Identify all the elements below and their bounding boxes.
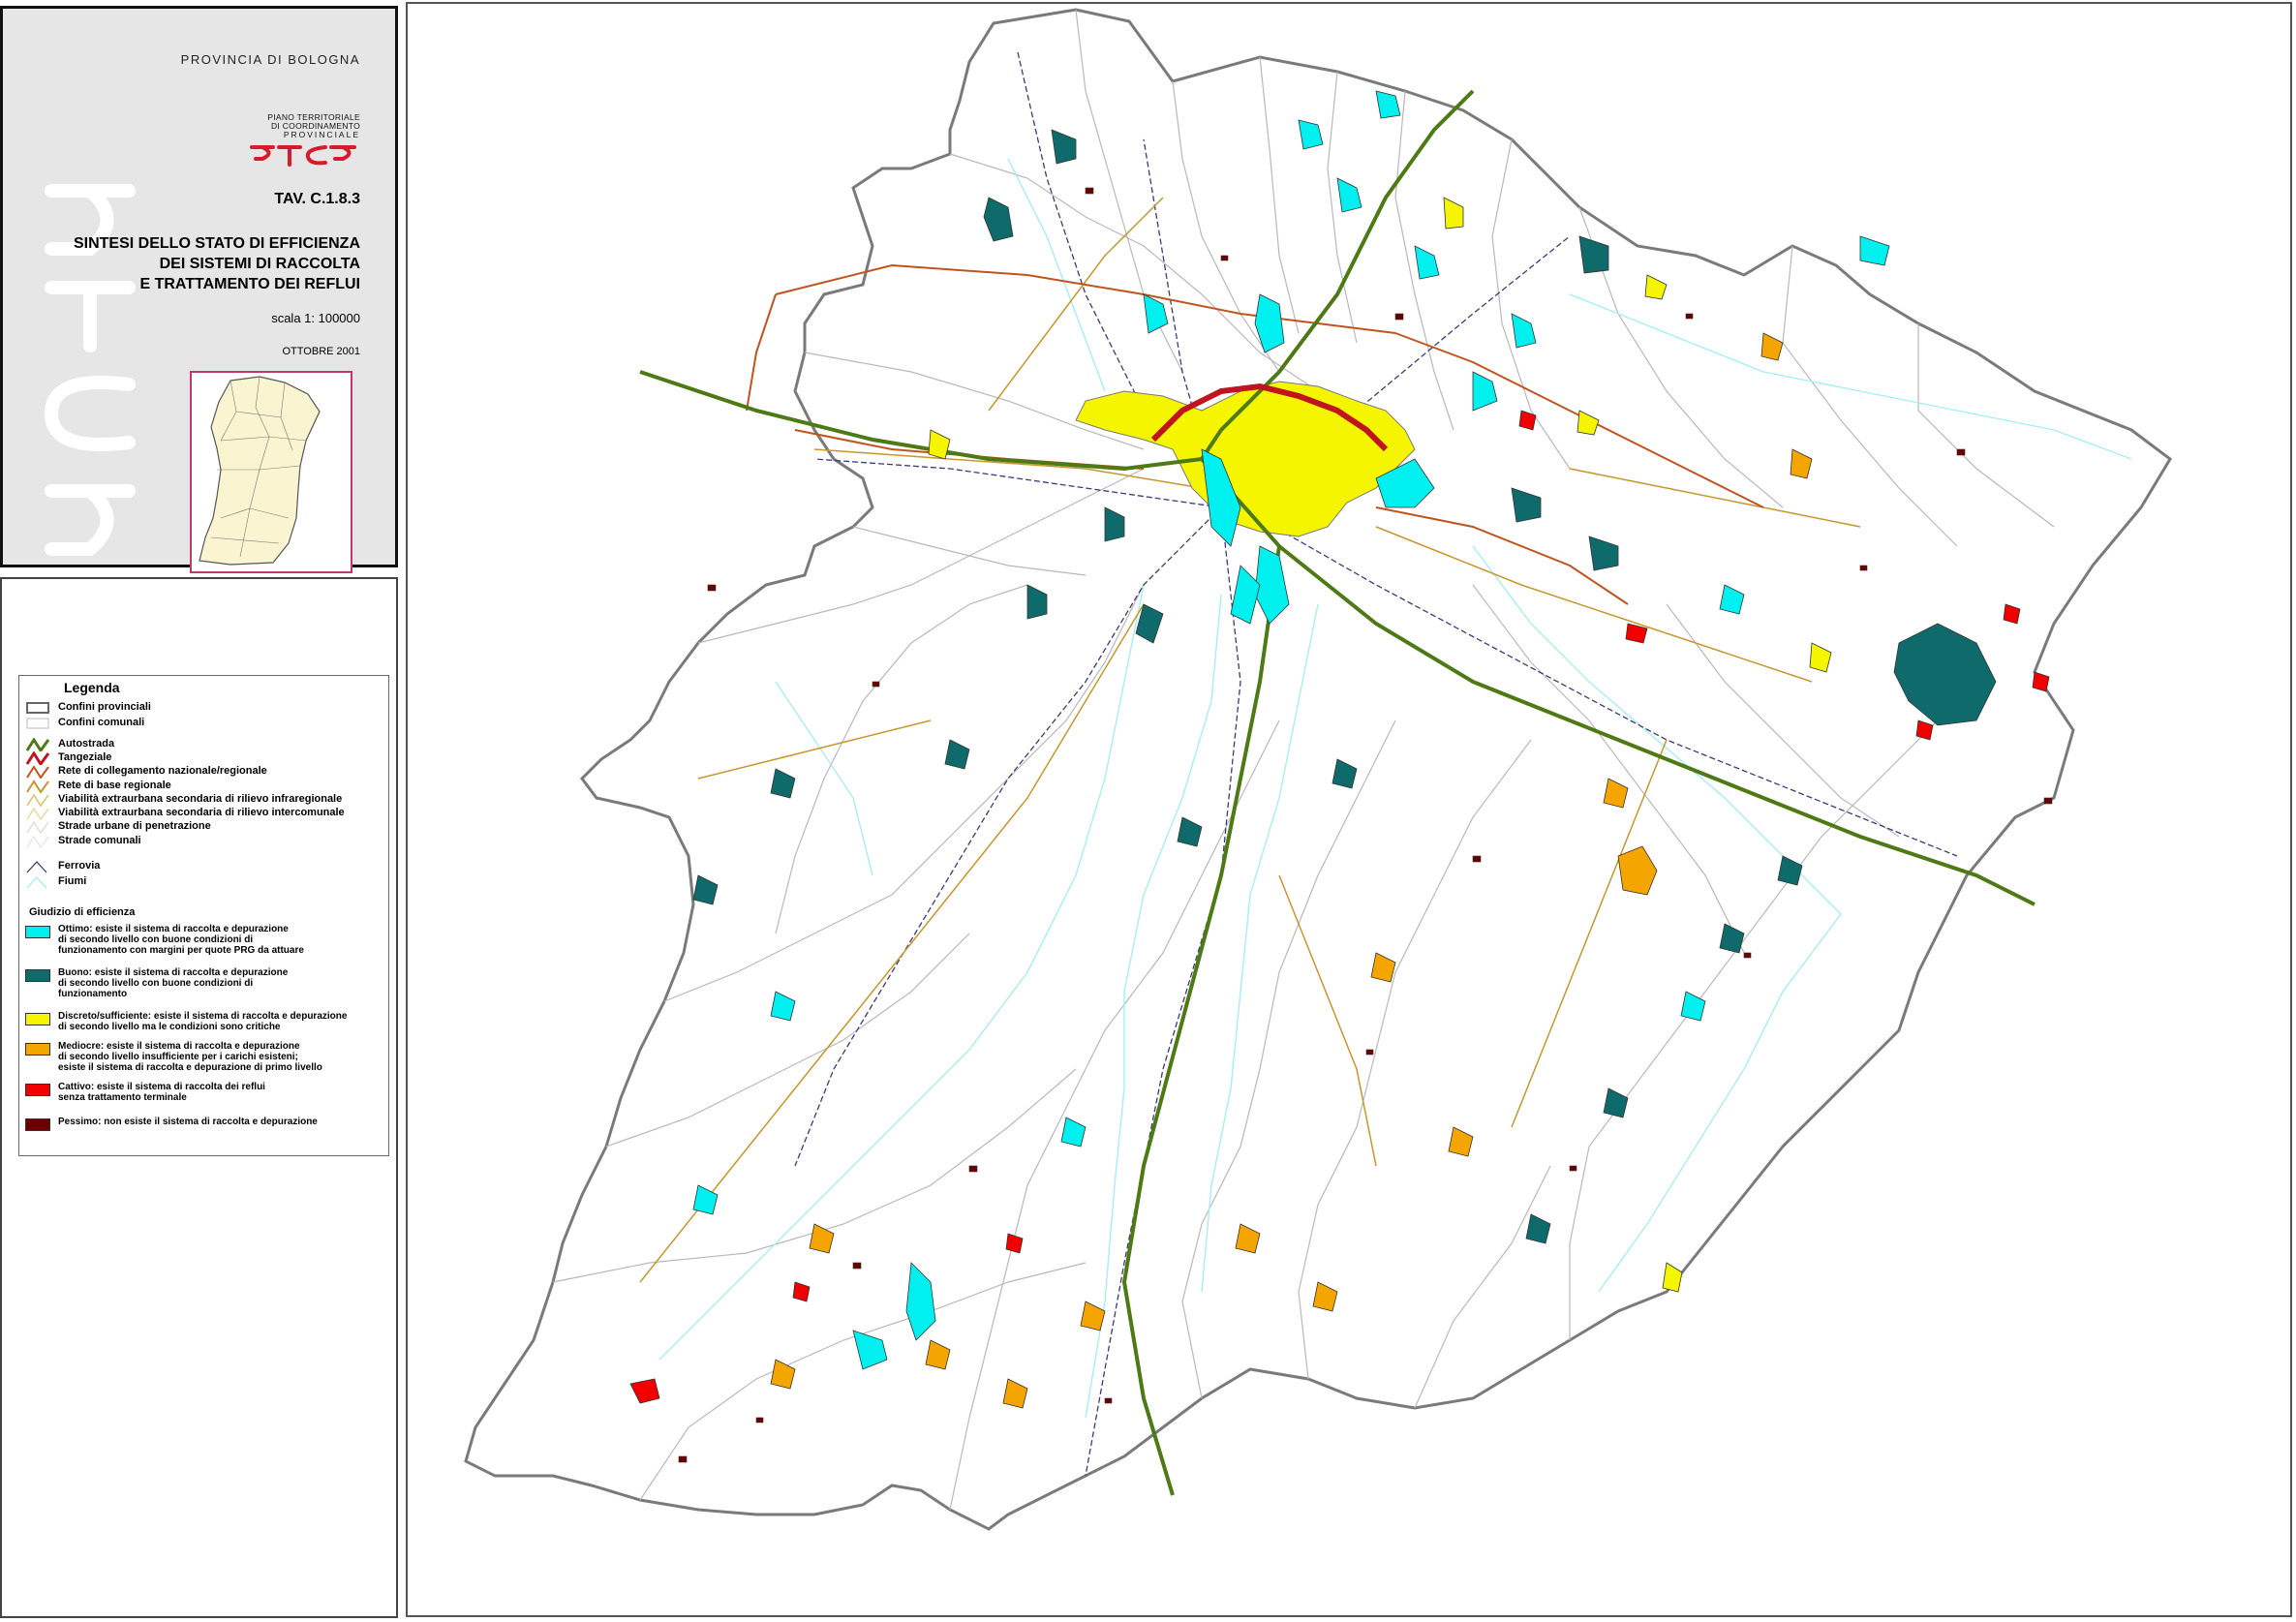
efficiency-label: Ottimo: esiste il sistema di raccolta e … [58, 924, 387, 956]
efficiency-line: di secondo livello con buone condizioni … [58, 934, 254, 945]
efficiency-label: Pessimo: non esiste il sistema di raccol… [58, 1117, 387, 1127]
efficiency-label: Discreto/sufficiente: esiste il sistema … [58, 1011, 387, 1032]
map-title-line-3: E TRATTAMENTO DEI REFLUI [139, 276, 360, 292]
zigzag-icon [26, 836, 49, 848]
inset-province-shape [199, 376, 321, 566]
zigzag-icon [26, 807, 49, 820]
efficiency-line: senza trattamento terminale [58, 1092, 187, 1103]
legend-title: Legenda [64, 680, 120, 695]
tavola-number: TAV. C.1.8.3 [274, 191, 360, 207]
swatch-pessimo [25, 1118, 50, 1131]
map-title-line-1: SINTESI DELLO STATO DI EFFICIENZA [73, 235, 360, 252]
zigzag-icon [26, 765, 49, 779]
legend-label: Fiumi [58, 875, 87, 887]
provincia-label: PROVINCIA DI BOLOGNA [180, 52, 360, 67]
efficiency-line: di secondo livello insufficiente per i c… [58, 1052, 298, 1062]
map-title-line-2: DEI SISTEMI DI RACCOLTA [159, 256, 360, 272]
efficiency-label: Mediocre: esiste il sistema di raccolta … [58, 1041, 387, 1073]
efficiency-title: Giudizio di efficienza [29, 906, 136, 918]
legend-label: Viabilità extraurbana secondaria di rili… [58, 793, 343, 805]
efficiency-line: di secondo livello con buone condizioni … [58, 978, 254, 989]
efficiency-line: Cattivo: esiste il sistema di raccolta d… [58, 1082, 265, 1092]
inset-locator-map [190, 371, 352, 573]
efficiency-label: Buono: esiste il sistema di raccolta e d… [58, 967, 387, 999]
legend-label: Confini comunali [58, 717, 145, 728]
legend-label: Rete di base regionale [58, 780, 171, 791]
legend-panel: Legenda Confini provinciali Confini comu… [0, 577, 398, 1618]
map-panel[interactable] [406, 2, 2292, 1617]
efficiency-line: esiste il sistema di raccolta e depurazi… [58, 1062, 322, 1073]
efficiency-line: funzionamento [58, 989, 128, 999]
ptcp-red-logo-icon [250, 145, 356, 167]
boundary-box-icon [26, 702, 49, 714]
map-title: SINTESI DELLO STATO DI EFFICIENZA DEI SI… [50, 233, 360, 294]
river-icon [26, 876, 47, 889]
zigzag-icon [26, 780, 49, 793]
efficiency-line: Mediocre: esiste il sistema di raccolta … [58, 1041, 300, 1052]
legend-label: Rete di collegamento nazionale/regionale [58, 765, 267, 777]
swatch-mediocre [25, 1043, 50, 1056]
title-panel: PROVINCIA DI BOLOGNA PIANO TERRITORIALE … [0, 6, 398, 573]
efficiency-line: Ottimo: esiste il sistema di raccolta e … [58, 924, 289, 934]
swatch-buono [25, 969, 50, 982]
efficiency-line: di secondo livello ma le condizioni sono… [58, 1022, 281, 1032]
province-map[interactable] [408, 4, 2290, 1615]
legend-label: Strade urbane di penetrazione [58, 820, 211, 832]
ptcp-logo: PIANO TERRITORIALE DI COORDINAMENTO PROV… [234, 113, 360, 173]
swatch-discreto [25, 1013, 50, 1025]
legend-label: Autostrada [58, 738, 115, 750]
legend-label: Ferrovia [58, 860, 101, 872]
logo-line-3: PROVINCIALE [283, 130, 360, 139]
legend-label: Tangeziale [58, 751, 112, 763]
railway-icon [26, 861, 47, 873]
legend-label: Confini provinciali [58, 701, 151, 713]
boundary-box-icon [26, 718, 49, 729]
zigzag-icon [25, 738, 50, 751]
efficiency-label: Cattivo: esiste il sistema di raccolta d… [58, 1082, 387, 1103]
efficiency-line: funzionamento con margini per quote PRG … [58, 945, 304, 956]
legend-box: Legenda Confini provinciali Confini comu… [18, 675, 389, 1156]
efficiency-line: Discreto/sufficiente: esiste il sistema … [58, 1011, 348, 1022]
scale-label: scala 1: 100000 [271, 311, 360, 325]
legend-label: Viabilità extraurbana secondaria di rili… [58, 807, 345, 818]
zigzag-icon [26, 821, 49, 834]
swatch-cattivo [25, 1084, 50, 1096]
swatch-ottimo [25, 926, 50, 938]
zigzag-icon [26, 793, 49, 807]
legend-label: Strade comunali [58, 835, 141, 846]
efficiency-line: Buono: esiste il sistema di raccolta e d… [58, 967, 289, 978]
zigzag-icon [25, 751, 50, 765]
date-label: OTTOBRE 2001 [282, 346, 361, 357]
efficiency-line: Pessimo: non esiste il sistema di raccol… [58, 1117, 318, 1127]
